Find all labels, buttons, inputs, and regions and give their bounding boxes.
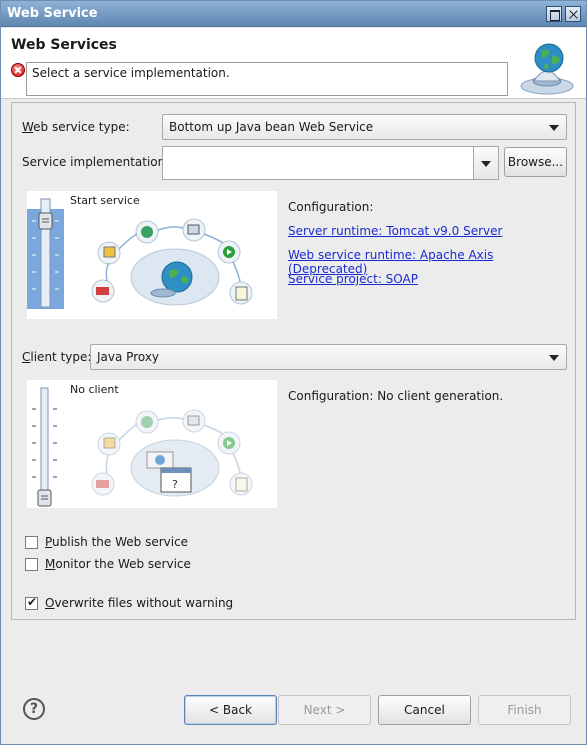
client-slider-caption: No client <box>68 383 121 396</box>
client-type-select[interactable]: Java Proxy <box>90 344 567 370</box>
web-service-dialog: Web Service Web Services Select a servic… <box>0 0 587 745</box>
back-button[interactable]: < Back <box>184 695 277 725</box>
service-project-link[interactable]: Service project: SOAP <box>288 272 418 286</box>
wizard-header: Web Services Select a service implementa… <box>1 28 586 99</box>
content-area: Web service type: Bottom up Java bean We… <box>11 102 576 620</box>
maximize-button[interactable] <box>546 6 562 22</box>
chevron-down-icon <box>481 161 491 167</box>
service-slider-caption: Start service <box>68 194 142 207</box>
service-impl-input[interactable] <box>162 146 474 180</box>
monitor-label: Monitor the Web service <box>45 557 191 571</box>
status-message: Select a service implementation. <box>32 66 230 80</box>
monitor-checkbox[interactable] <box>25 558 38 571</box>
service-level-slider[interactable] <box>39 211 52 229</box>
cancel-button[interactable]: Cancel <box>378 695 471 725</box>
message-box: Select a service implementation. <box>26 62 508 96</box>
close-button[interactable] <box>565 6 581 22</box>
service-type-label: Web service type: <box>22 120 130 134</box>
browse-button[interactable]: Browse... <box>504 147 567 177</box>
client-slider-panel: ? No client <box>27 380 277 508</box>
web-service-wizard-icon <box>520 43 574 95</box>
client-type-label: Client type: <box>22 350 92 364</box>
overwrite-checkbox[interactable] <box>25 595 38 610</box>
svg-text:?: ? <box>172 478 178 491</box>
page-title: Web Services <box>11 37 117 53</box>
finish-button[interactable]: Finish <box>478 695 571 725</box>
publish-checkbox[interactable] <box>25 536 38 549</box>
chevron-down-icon <box>549 125 559 131</box>
title-bar: Web Service <box>1 1 586 27</box>
client-diagram: ? <box>32 387 253 507</box>
publish-label: Publish the Web service <box>45 535 189 549</box>
help-icon[interactable]: ? <box>23 698 45 720</box>
service-type-select[interactable]: Bottom up Java bean Web Service <box>162 114 567 140</box>
chevron-down-icon <box>549 355 559 361</box>
client-level-slider[interactable] <box>38 490 51 508</box>
client-config-label: Configuration: No client generation. <box>288 389 504 403</box>
service-diagram <box>27 191 253 319</box>
next-button[interactable]: Next > <box>278 695 371 725</box>
overwrite-label: Overwrite files without warning <box>45 596 234 610</box>
client-type-value: Java Proxy <box>97 350 160 364</box>
service-impl-label: Service implementation: <box>22 155 170 169</box>
window-title: Web Service <box>7 6 98 21</box>
service-impl-dropdown[interactable] <box>473 146 499 180</box>
service-config-label: Configuration: <box>288 200 374 214</box>
server-runtime-link[interactable]: Server runtime: Tomcat v9.0 Server <box>288 224 502 238</box>
error-icon <box>11 63 25 77</box>
service-slider-panel: Start service <box>27 191 277 319</box>
service-type-value: Bottom up Java bean Web Service <box>169 120 374 134</box>
